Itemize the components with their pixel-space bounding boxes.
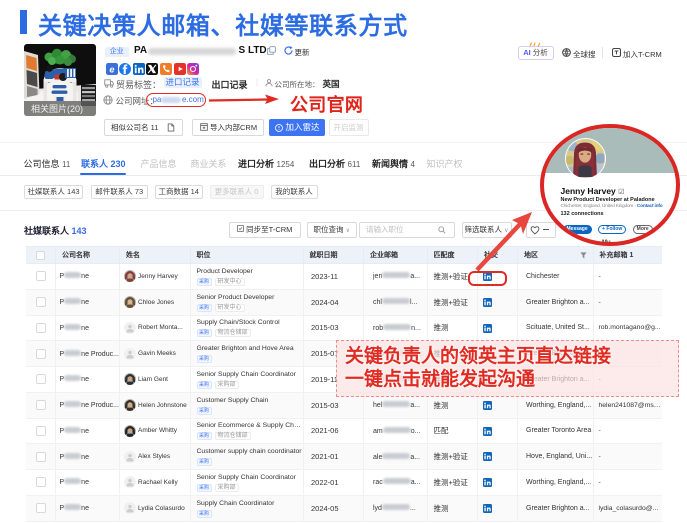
svg-text:e: e [109, 64, 114, 74]
svg-text:相关图片(20): 相关图片(20) [31, 103, 83, 114]
